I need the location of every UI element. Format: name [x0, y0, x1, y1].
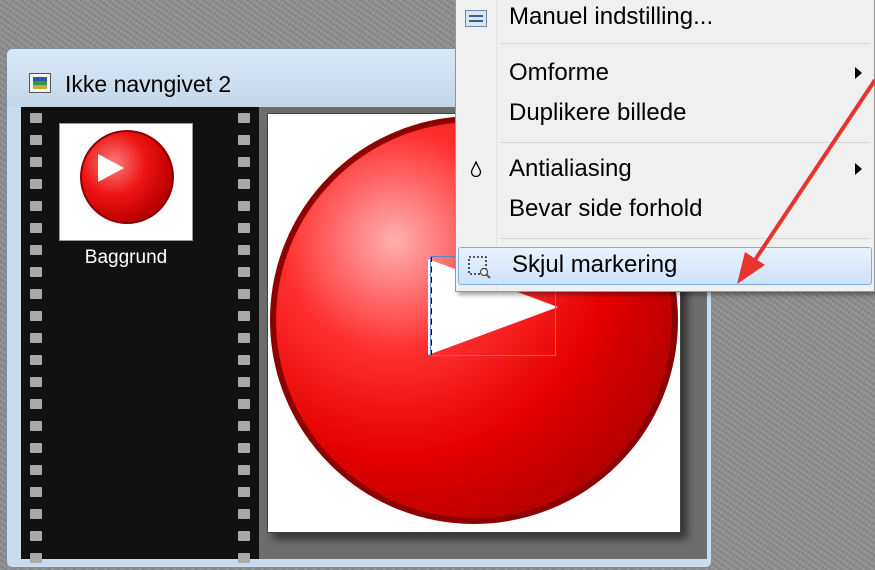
filmstrip-hole	[238, 267, 250, 277]
filmstrip-hole	[30, 531, 42, 541]
menu-item-label: Duplikere billede	[509, 99, 687, 126]
filmstrip-hole	[30, 223, 42, 233]
menu-item-label: Bevar side forhold	[509, 195, 703, 222]
layer-filmstrip: Baggrund	[21, 107, 259, 563]
annotation-arrow	[737, 78, 875, 284]
filmstrip-hole	[30, 113, 42, 123]
filmstrip-hole	[30, 553, 42, 563]
menu-item-label: Skjul markering	[512, 251, 678, 278]
filmstrip-hole	[30, 289, 42, 299]
filmstrip-hole	[30, 399, 42, 409]
manual-settings-icon	[465, 10, 487, 27]
filmstrip-hole	[30, 333, 42, 343]
filmstrip-hole	[30, 487, 42, 497]
filmstrip-hole	[30, 179, 42, 189]
selection-icon	[468, 256, 491, 279]
filmstrip-hole	[238, 201, 250, 211]
filmstrip-hole	[30, 311, 42, 321]
layer-label: Baggrund	[84, 247, 168, 268]
layer-thumbnail[interactable]	[59, 123, 193, 241]
filmstrip-hole	[30, 377, 42, 387]
filmstrip-hole	[30, 245, 42, 255]
filmstrip-hole	[238, 311, 250, 321]
filmstrip-hole	[238, 223, 250, 233]
filmstrip-hole	[30, 201, 42, 211]
menu-item-label: Antialiasing	[509, 155, 632, 182]
menu-item-label: Manuel indstilling...	[509, 3, 714, 30]
thumbnail-play-icon	[98, 154, 124, 182]
filmstrip-hole	[238, 399, 250, 409]
filmstrip-hole	[30, 157, 42, 167]
filmstrip-hole	[30, 509, 42, 519]
filmstrip-hole	[238, 179, 250, 189]
filmstrip-hole	[30, 421, 42, 431]
filmstrip-hole	[238, 157, 250, 167]
filmstrip-hole	[238, 531, 250, 541]
drop-icon	[470, 161, 482, 177]
filmstrip-hole	[238, 113, 250, 123]
document-title: Ikke navngivet 2	[65, 71, 232, 97]
filmstrip-hole	[238, 135, 250, 145]
filmstrip-hole	[238, 509, 250, 519]
filmstrip-hole	[238, 333, 250, 343]
filmstrip-holes-left	[25, 107, 47, 563]
filmstrip-hole	[30, 443, 42, 453]
filmstrip-hole	[30, 355, 42, 365]
filmstrip-hole	[238, 465, 250, 475]
filmstrip-hole	[238, 487, 250, 497]
document-icon	[29, 73, 51, 93]
filmstrip-hole	[30, 465, 42, 475]
filmstrip-hole	[238, 289, 250, 299]
filmstrip-holes-right	[233, 107, 255, 563]
filmstrip-hole	[238, 377, 250, 387]
menu-item-label: Omforme	[509, 59, 610, 86]
thumbnail-red-circle	[80, 130, 174, 224]
filmstrip-hole	[238, 421, 250, 431]
filmstrip-hole	[238, 245, 250, 255]
filmstrip-hole	[238, 553, 250, 563]
filmstrip-hole	[238, 355, 250, 365]
filmstrip-hole	[30, 135, 42, 145]
filmstrip-hole	[30, 267, 42, 277]
filmstrip-hole	[238, 443, 250, 453]
